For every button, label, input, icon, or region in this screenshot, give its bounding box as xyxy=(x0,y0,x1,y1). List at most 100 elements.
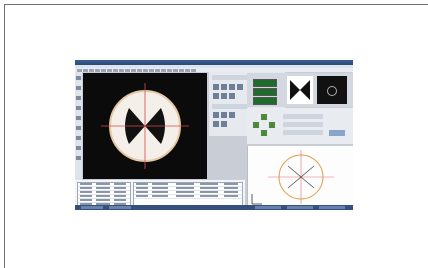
table-cell xyxy=(136,183,148,185)
status-item xyxy=(81,206,103,209)
panel-tool-button[interactable] xyxy=(221,93,227,99)
tool-4-button[interactable] xyxy=(76,106,81,110)
status-item xyxy=(255,206,281,209)
panel-tool-button[interactable] xyxy=(221,112,227,118)
sketch-canvas xyxy=(251,150,334,205)
table-cell xyxy=(200,195,218,197)
table-cell xyxy=(80,187,92,189)
table-cell xyxy=(114,199,126,201)
jog-left-button[interactable] xyxy=(253,122,259,128)
jog-up-button[interactable] xyxy=(261,114,267,120)
panel-tool-button[interactable] xyxy=(229,112,235,118)
tool-8-button[interactable] xyxy=(76,146,81,150)
icon-18-toolbar-button[interactable] xyxy=(179,68,184,72)
table-cell xyxy=(152,195,168,197)
table-cell xyxy=(224,187,238,189)
table-cell xyxy=(96,187,110,189)
ok-button[interactable] xyxy=(329,130,345,136)
icon-14-toolbar-button[interactable] xyxy=(155,68,160,72)
jog-down-button[interactable] xyxy=(261,130,267,136)
geometry-sketch[interactable] xyxy=(247,146,353,208)
indicator-panel xyxy=(247,73,353,107)
icon-19-toolbar-button[interactable] xyxy=(185,68,190,72)
status-item xyxy=(287,206,313,209)
panel-tool-button[interactable] xyxy=(213,93,219,99)
preview-thumbnail xyxy=(287,76,313,104)
lcd-readout xyxy=(253,79,277,87)
panel-tool-button[interactable] xyxy=(229,84,235,90)
table-cell xyxy=(224,183,238,185)
table-cell xyxy=(224,191,238,193)
table-cell xyxy=(114,195,126,197)
tool-6-button[interactable] xyxy=(76,126,81,130)
control-field[interactable] xyxy=(283,114,323,119)
icon-3-toolbar-button[interactable] xyxy=(89,68,94,72)
table-cell xyxy=(200,187,218,189)
icon-9-toolbar-button[interactable] xyxy=(125,68,130,72)
table-cell xyxy=(136,191,148,193)
table-cell xyxy=(152,187,168,189)
table-cell xyxy=(176,191,194,193)
camera-viewport[interactable] xyxy=(83,73,207,179)
motion-control-panel xyxy=(247,108,353,144)
panel-tool-button[interactable] xyxy=(213,121,219,127)
lcd-readout xyxy=(253,88,277,96)
icon-20-toolbar-button[interactable] xyxy=(191,68,196,72)
icon-2-toolbar-button[interactable] xyxy=(83,68,88,72)
camera-image xyxy=(83,73,207,179)
control-field[interactable] xyxy=(283,130,323,135)
tool-9-button[interactable] xyxy=(76,156,81,160)
table-cell xyxy=(80,191,92,193)
camera-thumbnail xyxy=(317,76,347,104)
table-cell xyxy=(200,191,218,193)
panel-tool-button[interactable] xyxy=(221,84,227,90)
tool-2-button[interactable] xyxy=(76,86,81,90)
status-item xyxy=(319,206,345,209)
tool-1-button[interactable] xyxy=(76,76,81,80)
icon-13-toolbar-button[interactable] xyxy=(149,68,154,72)
lcd-readout xyxy=(253,97,277,105)
table-cell xyxy=(200,183,218,185)
jog-right-button[interactable] xyxy=(269,122,275,128)
icon-7-toolbar-button[interactable] xyxy=(113,68,118,72)
panel-tool-button[interactable] xyxy=(213,84,219,90)
tool-7-button[interactable] xyxy=(76,136,81,140)
panel-header xyxy=(212,75,248,80)
icon-15-toolbar-button[interactable] xyxy=(161,68,166,72)
icon-4-toolbar-button[interactable] xyxy=(95,68,100,72)
icon-5-toolbar-button[interactable] xyxy=(101,68,106,72)
table-cell xyxy=(176,187,194,189)
table-cell xyxy=(176,183,194,185)
table-cell xyxy=(96,191,110,193)
table-cell xyxy=(80,183,92,185)
icon-8-toolbar-button[interactable] xyxy=(119,68,124,72)
table-cell xyxy=(152,191,168,193)
table-cell xyxy=(114,183,126,185)
panel-tool-button[interactable] xyxy=(237,84,243,90)
icon-11-toolbar-button[interactable] xyxy=(137,68,142,72)
table-row[interactable] xyxy=(134,195,242,199)
panel-tool-button[interactable] xyxy=(229,93,235,99)
tool-5-button[interactable] xyxy=(76,116,81,120)
left-toolbox xyxy=(75,72,82,180)
table-cell xyxy=(136,187,148,189)
status-item xyxy=(109,206,131,209)
table-cell xyxy=(80,199,92,201)
thumb-target xyxy=(327,86,337,96)
icon-17-toolbar-button[interactable] xyxy=(173,68,178,72)
table-cell xyxy=(96,195,110,197)
panel-tool-button[interactable] xyxy=(221,121,227,127)
panel-header xyxy=(212,104,248,109)
icon-6-toolbar-button[interactable] xyxy=(107,68,112,72)
table-cell xyxy=(176,195,194,197)
table-cell xyxy=(152,183,168,185)
control-field[interactable] xyxy=(283,122,323,127)
icon-10-toolbar-button[interactable] xyxy=(131,68,136,72)
table-cell xyxy=(114,187,126,189)
panel-tool-button[interactable] xyxy=(213,112,219,118)
status-bar xyxy=(75,205,353,210)
tool-3-button[interactable] xyxy=(76,96,81,100)
icon-16-toolbar-button[interactable] xyxy=(167,68,172,72)
software-screenshot xyxy=(75,60,353,210)
icon-12-toolbar-button[interactable] xyxy=(143,68,148,72)
